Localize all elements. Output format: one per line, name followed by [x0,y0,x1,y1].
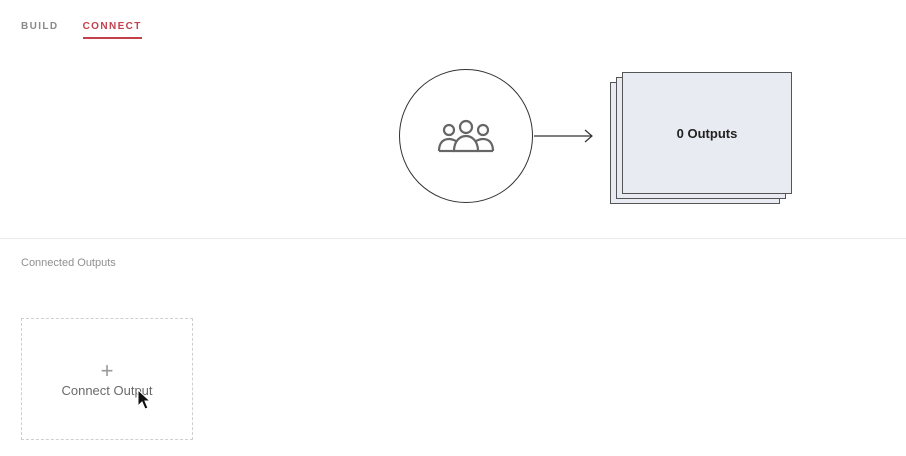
tab-connect[interactable]: CONNECT [82,21,142,39]
connected-outputs-title: Connected Outputs [21,257,116,269]
section-divider [0,238,906,239]
tab-build[interactable]: BUILD [21,21,59,39]
outputs-count-label: 0 Outputs [676,125,738,141]
people-group-icon [437,119,495,153]
tab-bar: BUILD CONNECT [21,21,142,39]
audience-output-diagram: 0 Outputs [395,66,805,216]
output-stack-card-front: 0 Outputs [622,72,792,194]
mouse-pointer-icon [137,389,151,410]
connect-page: BUILD CONNECT 0 Outputs Connected Output… [0,0,906,456]
connect-output-button[interactable]: + Connect Output [21,318,193,440]
audience-node [399,69,533,203]
arrow-right-icon [534,129,593,143]
plus-icon: + [100,357,114,383]
